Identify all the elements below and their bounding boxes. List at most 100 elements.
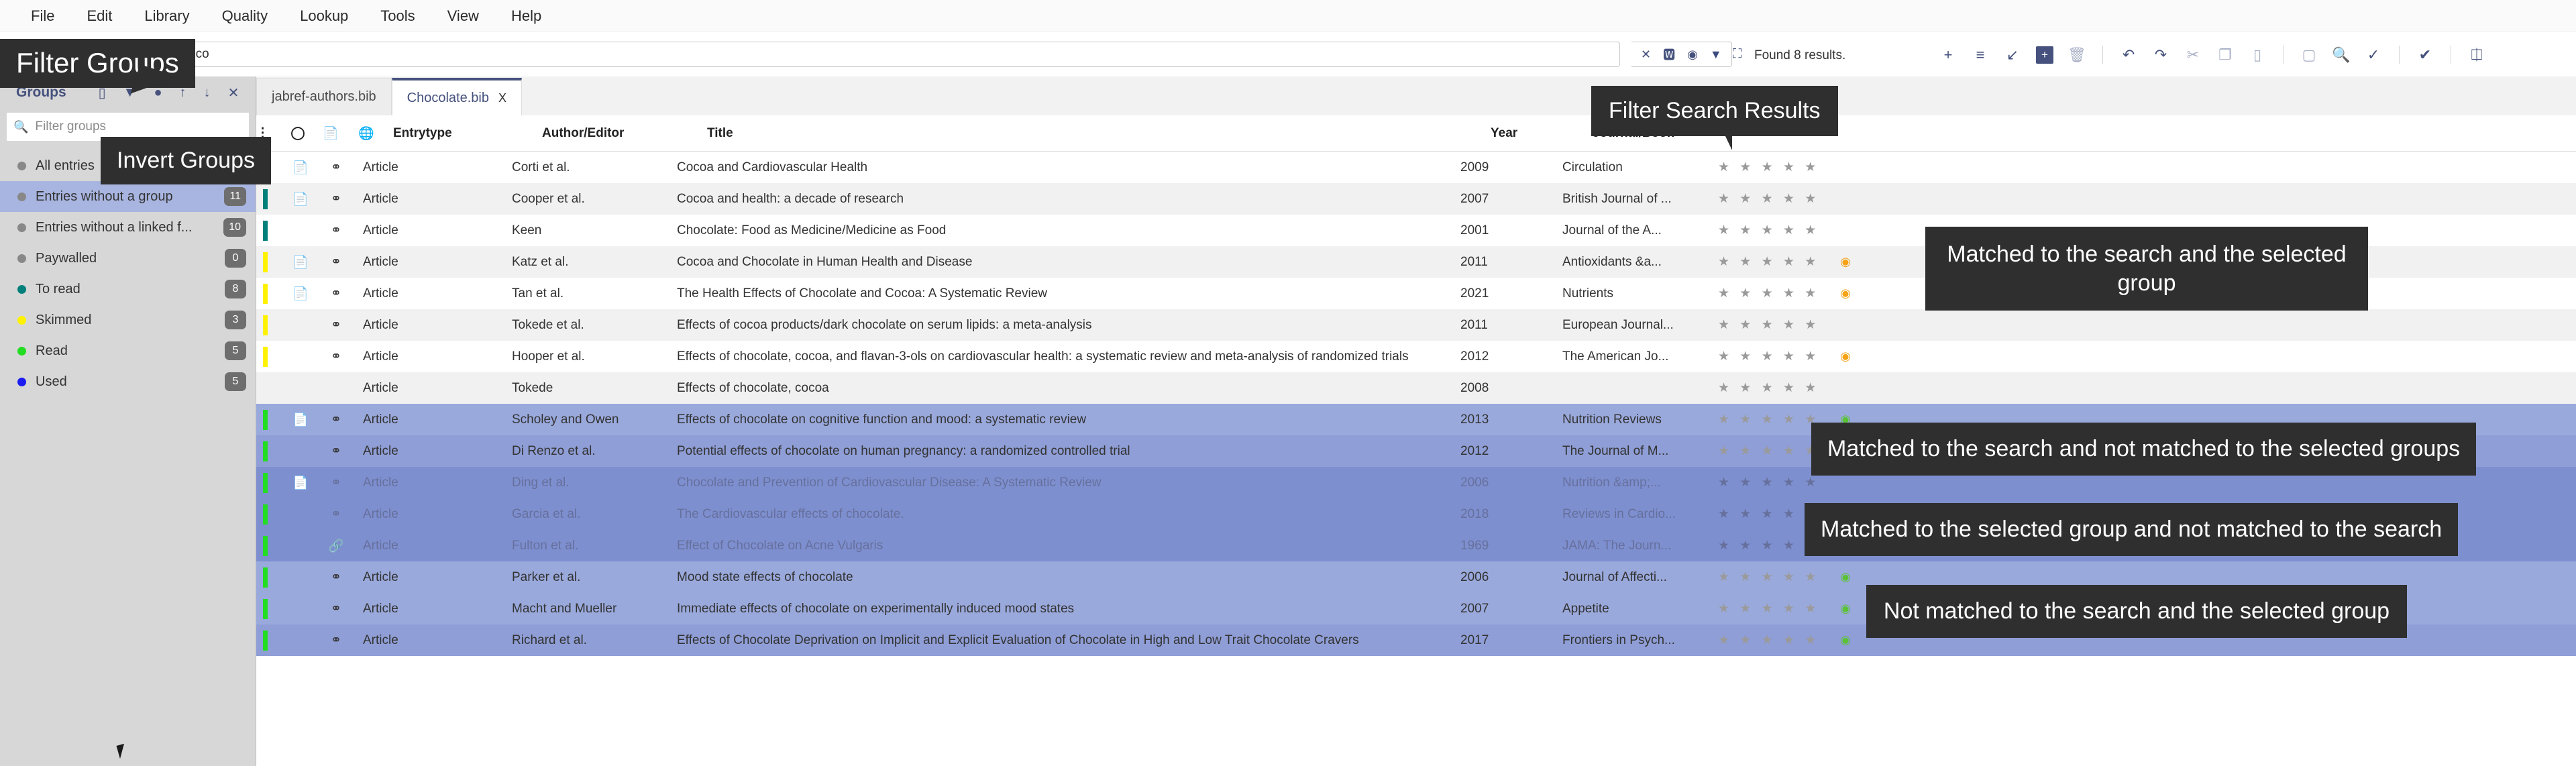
group-item[interactable]: Used 5	[0, 366, 256, 397]
menu-item-view[interactable]: View	[431, 7, 495, 25]
group-item[interactable]: Entries without a group 11	[0, 181, 256, 212]
priority-orange-icon: ◉	[1840, 254, 1851, 268]
menu-item-file[interactable]: File	[15, 7, 70, 25]
cell-rating[interactable]: ★ ★ ★ ★ ★	[1718, 317, 1825, 333]
table-row[interactable]: 📄 ⚭ Article Cooper et al. Cocoa and health: …	[256, 183, 2576, 215]
header-file-icon[interactable]: 📄	[315, 125, 346, 142]
row-group-color-bar	[263, 409, 268, 430]
table-row[interactable]: Article Tokede Effects of chocolate, cocoa…	[256, 372, 2576, 404]
case-sensitive-icon[interactable]: 🆆	[1663, 46, 1675, 63]
menu-item-tools[interactable]: Tools	[364, 7, 431, 25]
cell-rating[interactable]: ★ ★ ★ ★ ★	[1718, 443, 1825, 459]
pdf-file-icon[interactable]: 📄	[285, 475, 316, 491]
url-link-icon[interactable]: ⚭	[316, 412, 356, 427]
url-link-icon[interactable]: ⚭	[316, 506, 356, 522]
menu-item-quality[interactable]: Quality	[206, 7, 284, 25]
pdf-file-icon[interactable]: 📄	[285, 254, 316, 270]
table-row[interactable]: ⚭ Article Hooper et al. Effects of chocolat…	[256, 341, 2576, 372]
table-row[interactable]: 📄 ⚭ Article Corti et al. Cocoa and Cardiovas…	[256, 152, 2576, 183]
pdf-file-icon[interactable]: 📄	[285, 160, 316, 176]
url-link-icon[interactable]: ⚭	[316, 317, 356, 333]
github-icon[interactable]: ⎅	[2461, 42, 2493, 68]
new-entry-icon[interactable]: +	[1932, 42, 1964, 68]
cell-rating[interactable]: ★ ★ ★ ★ ★	[1718, 569, 1825, 585]
cell-author: Katz et al.	[512, 254, 569, 269]
url-link-icon[interactable]: ⚭	[316, 286, 356, 301]
menu-item-library[interactable]: Library	[128, 7, 205, 25]
cell-author: Parker et al.	[512, 569, 581, 584]
url-link-icon[interactable]: ⚭	[316, 569, 356, 585]
group-color-dot-icon	[17, 192, 26, 201]
url-link-icon[interactable]: 🔗	[316, 538, 356, 554]
cell-author: Macht and Mueller	[512, 601, 617, 616]
cell-year: 2006	[1460, 475, 1489, 490]
row-group-color-bar	[263, 567, 268, 588]
global-search-input[interactable]: 🔍 co	[164, 42, 1620, 67]
menu-item-edit[interactable]: Edit	[70, 7, 128, 25]
cleanup-icon[interactable]: ✓	[2357, 42, 2390, 68]
copy-icon[interactable]: ❐	[2209, 42, 2241, 68]
url-link-icon[interactable]: ⚭	[316, 601, 356, 616]
pdf-file-icon[interactable]: 📄	[285, 191, 316, 207]
preview-icon[interactable]: ▢	[2293, 42, 2325, 68]
regex-icon[interactable]: ◉	[1687, 48, 1698, 62]
redo-icon[interactable]: ↷	[2145, 42, 2177, 68]
header-globe-icon[interactable]: 🌐	[346, 125, 386, 142]
new-entry-from-plaintext-icon[interactable]: ≡	[1964, 42, 1996, 68]
cell-rating[interactable]: ★ ★ ★ ★ ★	[1718, 601, 1825, 616]
group-item[interactable]: Read 5	[0, 335, 256, 366]
clear-search-icon[interactable]: ✕	[1641, 48, 1651, 62]
cell-rating[interactable]: ★ ★ ★ ★ ★	[1718, 223, 1825, 238]
add-group-icon[interactable]: +	[2029, 42, 2061, 68]
cell-title: Cocoa and health: a decade of research	[677, 191, 904, 206]
check-integrity-icon[interactable]: ✔	[2409, 42, 2441, 68]
group-item[interactable]: To read 8	[0, 274, 256, 305]
delete-icon[interactable]: 🗑	[2061, 42, 2093, 68]
cell-year: 2008	[1460, 380, 1489, 395]
import-icon[interactable]: ↙	[1996, 42, 2029, 68]
url-link-icon[interactable]: ⚭	[316, 191, 356, 207]
paste-icon[interactable]: ▯	[2241, 42, 2273, 68]
pdf-file-icon[interactable]: 📄	[285, 412, 316, 428]
pdf-file-icon[interactable]: 📄	[285, 286, 316, 302]
search-web-icon[interactable]: 🔍	[2325, 42, 2357, 68]
cell-rating[interactable]: ★ ★ ★ ★ ★	[1718, 412, 1825, 427]
cell-rating[interactable]: ★ ★ ★ ★ ★	[1718, 349, 1825, 364]
open-search-external-icon[interactable]: ⛶	[1733, 47, 1741, 62]
url-link-icon[interactable]: ⚭	[316, 349, 356, 364]
menu-item-help[interactable]: Help	[495, 7, 557, 25]
tab-jabref-authors[interactable]: jabref-authors.bib	[256, 78, 392, 115]
group-item[interactable]: Entries without a linked f... 10	[0, 212, 256, 243]
cut-icon[interactable]: ✂	[2177, 42, 2209, 68]
header-author[interactable]: Author/Editor	[542, 126, 707, 141]
toolbar-divider-3	[2399, 46, 2400, 64]
cell-rating[interactable]: ★ ★ ★ ★ ★	[1718, 380, 1825, 396]
undo-icon[interactable]: ↶	[2112, 42, 2145, 68]
tab-chocolate[interactable]: Chocolate.bib X	[391, 78, 522, 115]
close-icon[interactable]: X	[498, 91, 506, 105]
cell-rating[interactable]: ★ ★ ★ ★ ★	[1718, 160, 1825, 175]
group-item[interactable]: Paywalled 0	[0, 243, 256, 274]
cell-rating[interactable]: ★ ★ ★ ★ ★	[1718, 475, 1825, 490]
url-link-icon[interactable]: ⚭	[316, 475, 356, 490]
cell-rating[interactable]: ★ ★ ★ ★ ★	[1718, 286, 1825, 301]
cell-rating[interactable]: ★ ★ ★ ★ ★	[1718, 191, 1825, 207]
close-groups-icon[interactable]: ✕	[228, 85, 239, 101]
url-link-icon[interactable]: ⚭	[316, 160, 356, 175]
table-row[interactable]: ⚭ Article Tokede et al. Effects of cocoa pr…	[256, 309, 2576, 341]
url-link-icon[interactable]: ⚭	[316, 254, 356, 270]
header-title[interactable]: Title	[707, 126, 1491, 141]
cell-year: 2006	[1460, 569, 1489, 584]
filter-search-results-icon[interactable]: ▼	[1710, 48, 1722, 62]
header-attachment-icon[interactable]: ◯	[280, 125, 315, 141]
header-entrytype[interactable]: Entrytype	[386, 126, 542, 141]
url-link-icon[interactable]: ⚭	[316, 443, 356, 459]
menu-item-lookup[interactable]: Lookup	[284, 7, 364, 25]
url-link-icon[interactable]: ⚭	[316, 223, 356, 238]
move-down-icon[interactable]: ↓	[204, 85, 211, 101]
url-link-icon[interactable]: ⚭	[316, 633, 356, 648]
group-item[interactable]: Skimmed 3	[0, 305, 256, 335]
cell-rating[interactable]: ★ ★ ★ ★ ★	[1718, 254, 1825, 270]
header-year[interactable]: Year	[1491, 126, 1593, 141]
cell-rating[interactable]: ★ ★ ★ ★ ★	[1718, 633, 1825, 648]
